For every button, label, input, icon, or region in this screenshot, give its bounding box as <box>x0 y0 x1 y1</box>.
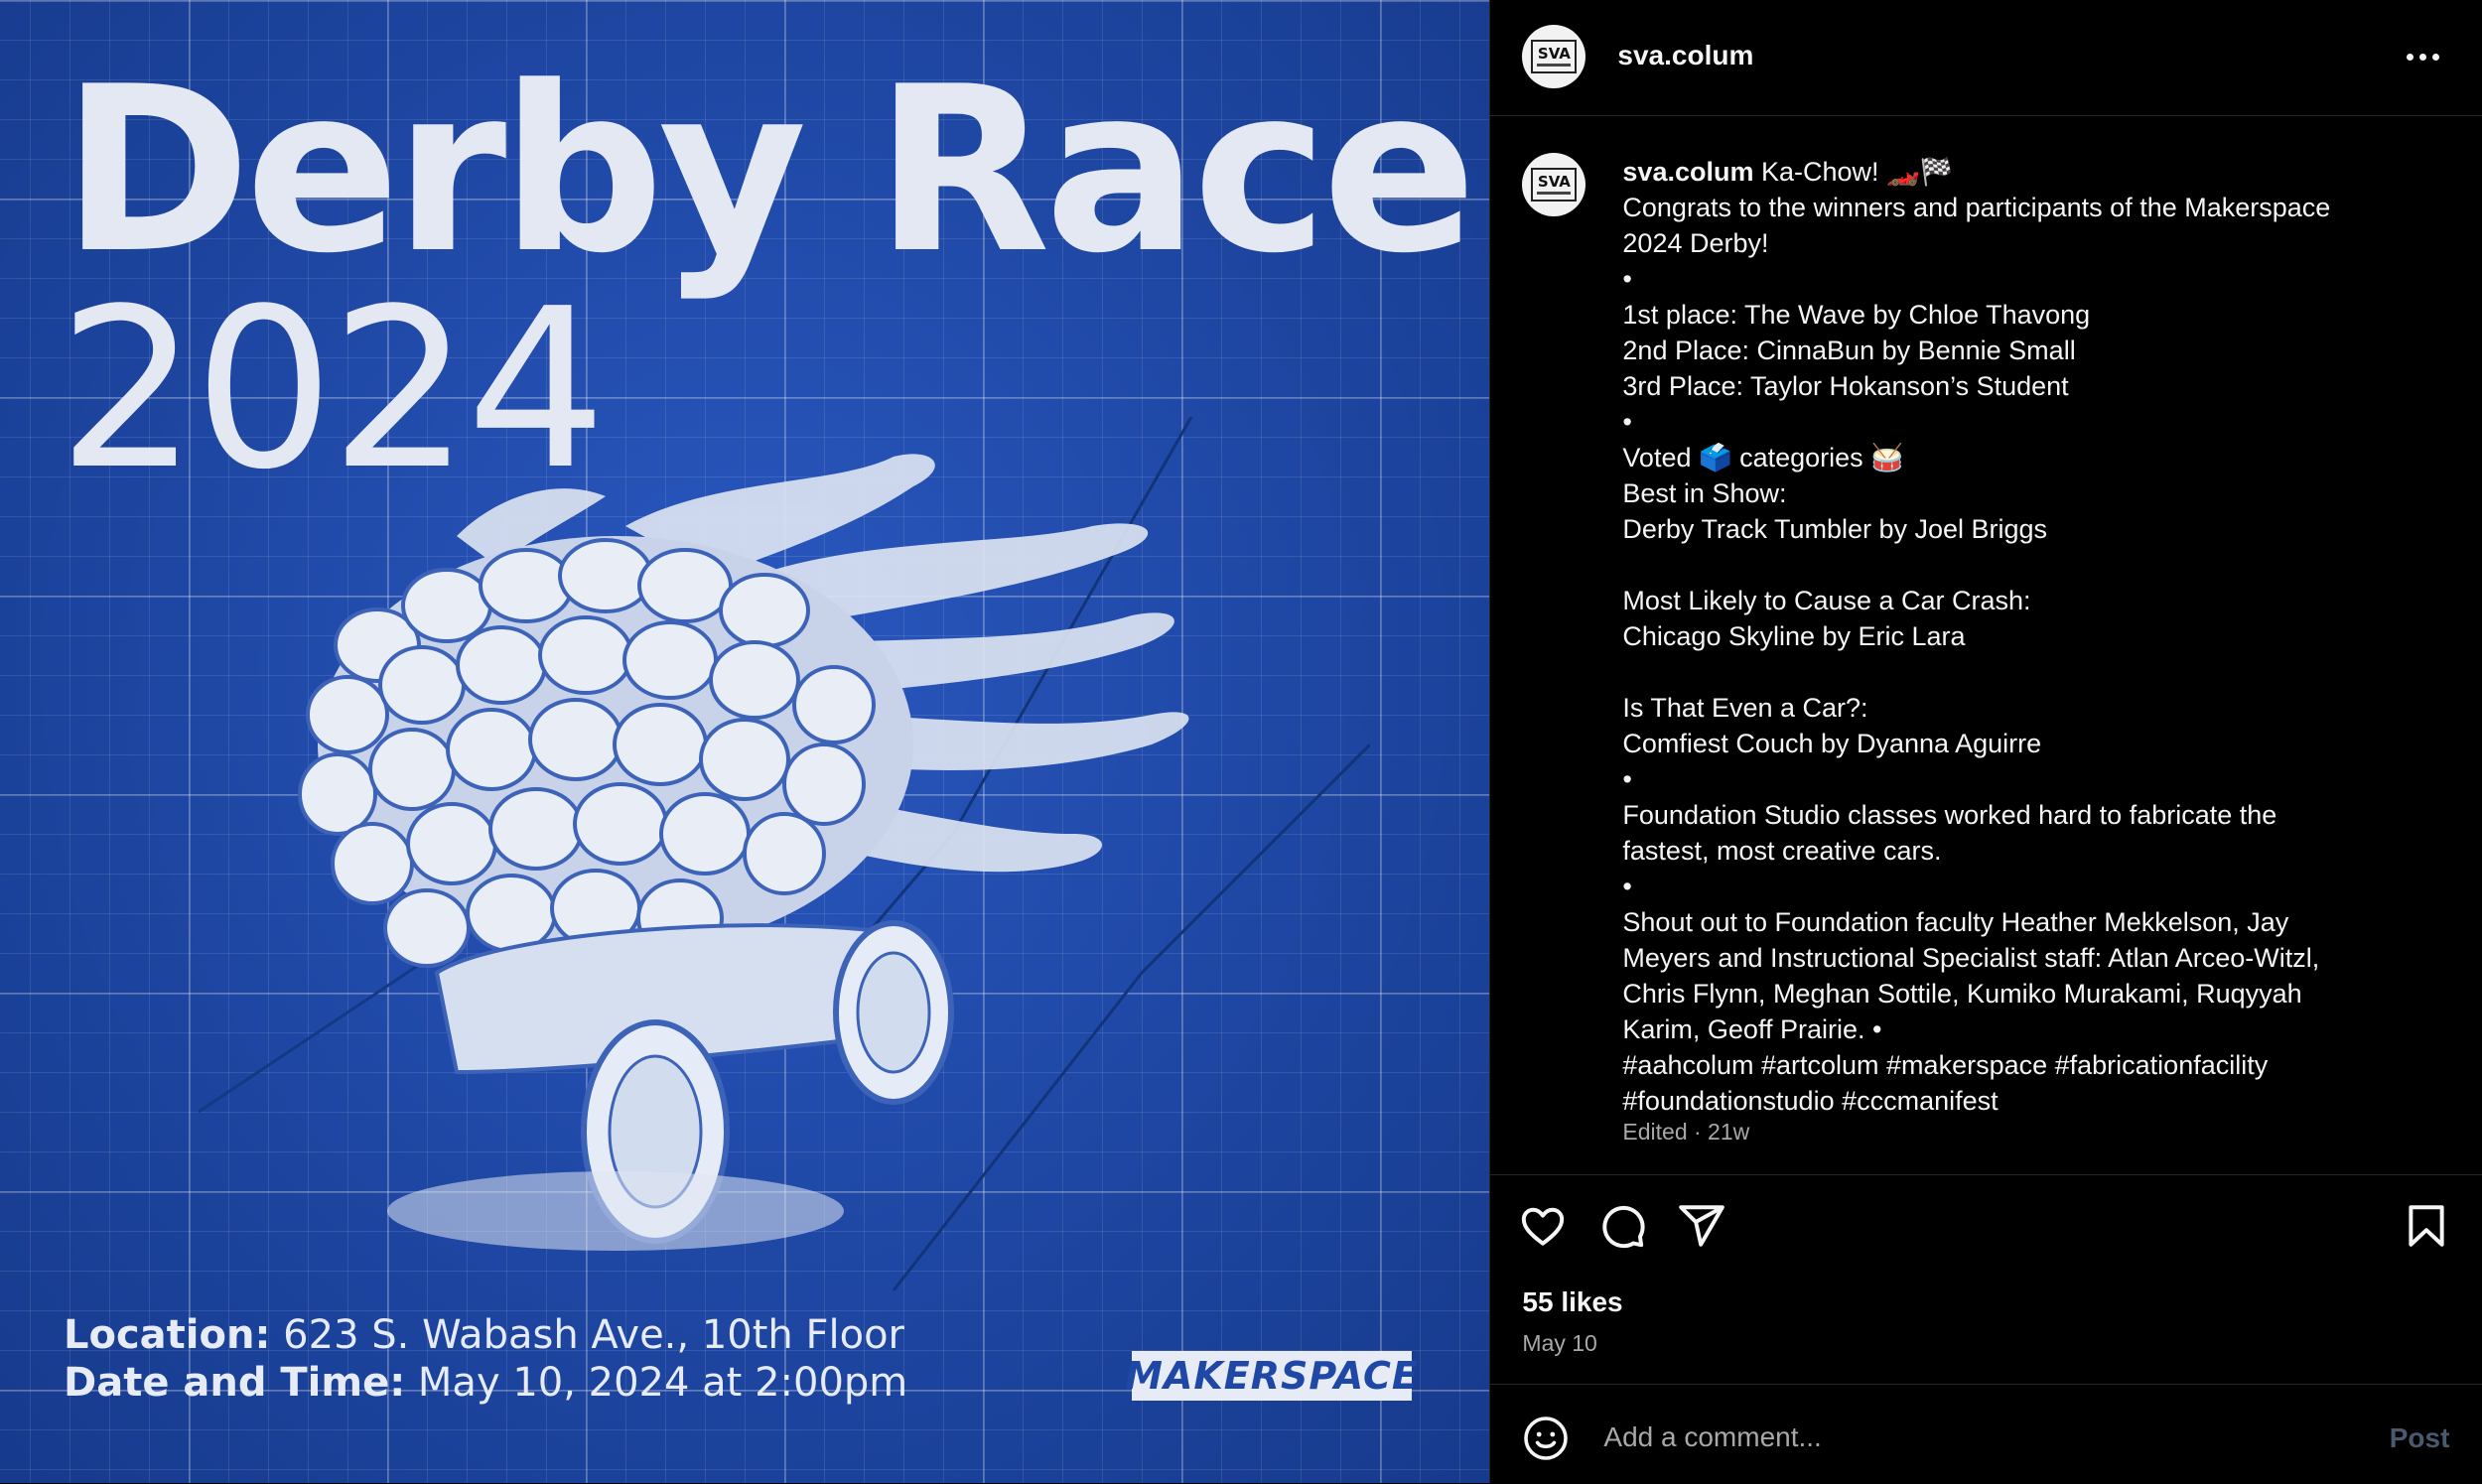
caption-line: Is That Even a Car?: <box>1622 693 1868 723</box>
avatar[interactable]: SVA <box>1522 25 1586 88</box>
caption-line: Karim, Geoff Prairie. • <box>1622 1014 1882 1044</box>
poster-title: Derby Race <box>62 39 1477 304</box>
derby-car-illustration <box>199 417 1370 1290</box>
caption-line: Chris Flynn, Meghan Sottile, Kumiko Mura… <box>1622 979 2302 1009</box>
header-username[interactable]: sva.colum <box>1617 40 1753 71</box>
heart-icon[interactable] <box>1518 1201 1568 1251</box>
caption-line: Voted 🗳️ categories 🥁 <box>1622 443 1904 472</box>
caption-text: sva.colum Ka-Chow! 🏎️🏁 Congrats to the w… <box>1622 154 2436 1119</box>
action-bar <box>1490 1191 2482 1255</box>
caption-line: 2024 Derby! <box>1622 228 1769 258</box>
caption-meta: Edited · 21w <box>1622 1119 1750 1145</box>
caption-line: Most Likely to Cause a Car Crash: <box>1622 586 2031 615</box>
hashtags-line[interactable]: #aahcolum #artcolum #makerspace #fabrica… <box>1622 1047 2436 1083</box>
instagram-post-view: Derby Race 2024 Location: 623 S. Wabash … <box>0 0 2482 1483</box>
bookmark-icon[interactable] <box>2402 1201 2451 1251</box>
caption-line: • <box>1622 764 1632 794</box>
comment-input[interactable] <box>1601 1415 2331 1460</box>
post-side-panel: SVA sva.colum SVA sva.colum Ka-Chow! 🏎️🏁… <box>1489 0 2482 1483</box>
caption-line <box>1622 654 2436 690</box>
caption-username[interactable]: sva.colum <box>1622 157 1753 187</box>
likes-count[interactable]: 55 likes <box>1522 1286 1622 1318</box>
post-image[interactable]: Derby Race 2024 Location: 623 S. Wabash … <box>0 0 1490 1483</box>
add-comment-bar: Post <box>1490 1384 2482 1484</box>
post-date: May 10 <box>1522 1330 1597 1356</box>
caption-line: Best in Show: <box>1622 478 1787 508</box>
caption-line: Shout out to Foundation faculty Heather … <box>1622 907 2289 937</box>
caption-line: • <box>1622 407 1632 437</box>
caption-line: Meyers and Instructional Specialist staf… <box>1622 943 2320 973</box>
caption-line: Congrats to the winners and participants… <box>1622 193 2331 222</box>
caption-line: Chicago Skyline by Eric Lara <box>1622 621 1966 651</box>
makerspace-badge: MAKERSPACE <box>1125 1351 1418 1401</box>
post-header: SVA sva.colum <box>1490 0 2482 116</box>
share-icon[interactable] <box>1677 1201 1726 1251</box>
hashtags-line[interactable]: #foundationstudio #cccmanifest <box>1622 1083 2436 1119</box>
comment-icon[interactable] <box>1597 1201 1647 1251</box>
poster-datetime: Date and Time: May 10, 2024 at 2:00pm <box>64 1360 908 1406</box>
caption-line: Derby Track Tumbler by Joel Briggs <box>1622 514 2048 544</box>
more-options-icon[interactable] <box>2403 44 2442 69</box>
post-comment-button[interactable]: Post <box>2390 1422 2450 1454</box>
caption-line: 3rd Place: Taylor Hokanson’s Student <box>1622 371 2069 401</box>
caption-line <box>1622 547 2436 583</box>
caption-line: • <box>1622 264 1632 294</box>
caption-section: SVA sva.colum Ka-Chow! 🏎️🏁 Congrats to t… <box>1490 116 2482 1175</box>
caption-line: • <box>1622 872 1632 901</box>
caption-line: 1st place: The Wave by Chloe Thavong <box>1622 300 2091 330</box>
rear-wheel <box>833 920 954 1105</box>
caption-line: fastest, most creative cars. <box>1622 836 1942 866</box>
caption-line: Foundation Studio classes worked hard to… <box>1622 800 2277 830</box>
poster-location: Location: 623 S. Wabash Ave., 10th Floor <box>64 1312 904 1358</box>
caption-line: 2nd Place: CinnaBun by Bennie Small <box>1622 336 2076 365</box>
caption-avatar[interactable]: SVA <box>1522 153 1586 216</box>
emoji-icon[interactable] <box>1522 1415 1570 1462</box>
caption-line: Comfiest Couch by Dyanna Aguirre <box>1622 729 2042 758</box>
